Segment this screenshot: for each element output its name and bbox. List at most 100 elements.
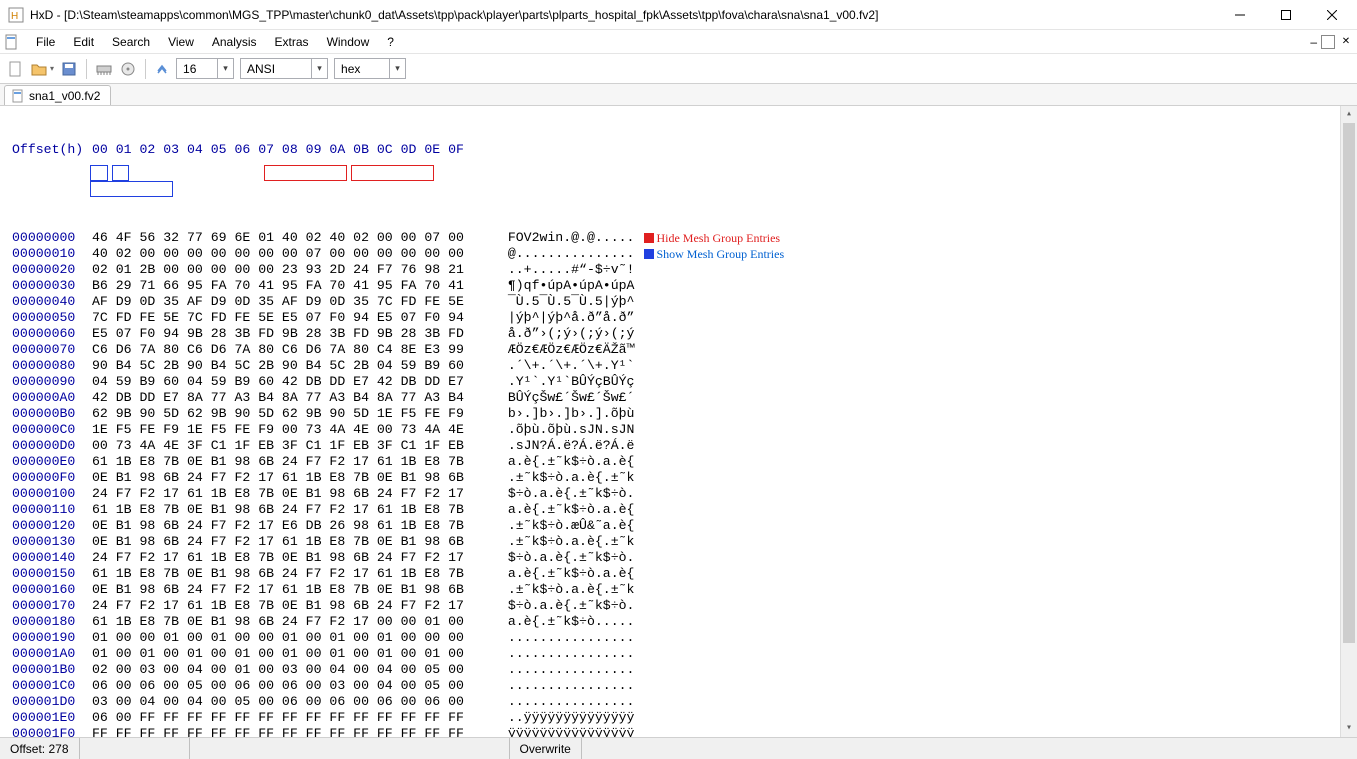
hex-bytes[interactable]: 0E B1 98 6B 24 F7 F2 17 61 1B E8 7B 0E B…	[92, 470, 492, 486]
scroll-thumb[interactable]	[1343, 123, 1355, 643]
open-file-icon[interactable]	[30, 60, 48, 78]
hex-row[interactable]: 0000010024 F7 F2 17 61 1B E8 7B 0E B1 98…	[12, 486, 1357, 502]
hex-row[interactable]: 0000001040 02 00 00 00 00 00 00 00 07 00…	[12, 246, 1357, 262]
vertical-scrollbar[interactable]: ▴ ▾	[1340, 106, 1357, 737]
menu-window[interactable]: Window	[319, 33, 378, 51]
close-button[interactable]	[1309, 0, 1355, 30]
mdi-restore-icon[interactable]	[1321, 35, 1335, 49]
hex-row[interactable]: 0000000046 4F 56 32 77 69 6E 01 40 02 40…	[12, 230, 1357, 246]
hex-row[interactable]: 000000F00E B1 98 6B 24 F7 F2 17 61 1B E8…	[12, 470, 1357, 486]
dropdown-icon[interactable]: ▾	[217, 59, 233, 78]
dropdown-arrow-icon[interactable]: ▾	[50, 64, 54, 73]
ascii-cell[interactable]: å.ð”›(;ý›(;ý›(;ý	[492, 326, 634, 342]
hex-row[interactable]: 0000009004 59 B9 60 04 59 B9 60 42 DB DD…	[12, 374, 1357, 390]
hex-row[interactable]: 000000507C FD FE 5E 7C FD FE 5E E5 07 F0…	[12, 310, 1357, 326]
hex-row[interactable]: 000001D003 00 04 00 04 00 05 00 06 00 06…	[12, 694, 1357, 710]
hex-bytes[interactable]: AF D9 0D 35 AF D9 0D 35 AF D9 0D 35 7C F…	[92, 294, 492, 310]
hex-row[interactable]: 0000018061 1B E8 7B 0E B1 98 6B 24 F7 F2…	[12, 614, 1357, 630]
hex-row[interactable]: 000001B002 00 03 00 04 00 01 00 03 00 04…	[12, 662, 1357, 678]
hex-bytes[interactable]: 0E B1 98 6B 24 F7 F2 17 E6 DB 26 98 61 1…	[92, 518, 492, 534]
hex-row[interactable]: 0000011061 1B E8 7B 0E B1 98 6B 24 F7 F2…	[12, 502, 1357, 518]
bytes-per-row-combo[interactable]: 16 ▾	[176, 58, 234, 79]
mdi-close-icon[interactable]: ✕	[1339, 35, 1353, 49]
menu-file[interactable]: File	[28, 33, 63, 51]
hex-bytes[interactable]: 06 00 06 00 05 00 06 00 06 00 03 00 04 0…	[92, 678, 492, 694]
hex-bytes[interactable]: 24 F7 F2 17 61 1B E8 7B 0E B1 98 6B 24 F…	[92, 550, 492, 566]
hex-bytes[interactable]: 03 00 04 00 04 00 05 00 06 00 06 00 06 0…	[92, 694, 492, 710]
hex-bytes[interactable]: 61 1B E8 7B 0E B1 98 6B 24 F7 F2 17 61 1…	[92, 502, 492, 518]
hex-bytes[interactable]: 00 73 4A 4E 3F C1 1F EB 3F C1 1F EB 3F C…	[92, 438, 492, 454]
hex-bytes[interactable]: 0E B1 98 6B 24 F7 F2 17 61 1B E8 7B 0E B…	[92, 582, 492, 598]
ascii-cell[interactable]: .±˜k$÷ò.a.è{.±˜k	[492, 582, 634, 598]
minimize-button[interactable]	[1217, 0, 1263, 30]
hex-row[interactable]: 000000E061 1B E8 7B 0E B1 98 6B 24 F7 F2…	[12, 454, 1357, 470]
menu-analysis[interactable]: Analysis	[204, 33, 265, 51]
hex-bytes[interactable]: 61 1B E8 7B 0E B1 98 6B 24 F7 F2 17 61 1…	[92, 566, 492, 582]
dropdown-icon[interactable]: ▾	[311, 59, 327, 78]
ascii-cell[interactable]: ................	[492, 630, 634, 646]
ascii-cell[interactable]: b›.]b›.]b›.].õþù	[492, 406, 634, 422]
hex-row[interactable]: 000001600E B1 98 6B 24 F7 F2 17 61 1B E8…	[12, 582, 1357, 598]
ram-icon[interactable]	[95, 60, 113, 78]
file-tab[interactable]: sna1_v00.fv2	[4, 85, 111, 105]
ascii-cell[interactable]: BÛÝçŠw£´Šw£´Šw£´	[492, 390, 634, 406]
menu-extras[interactable]: Extras	[267, 33, 317, 51]
numberbase-combo[interactable]: hex ▾	[334, 58, 406, 79]
hex-bytes[interactable]: E5 07 F0 94 9B 28 3B FD 9B 28 3B FD 9B 2…	[92, 326, 492, 342]
ascii-cell[interactable]: a.è{.±˜k$÷ò.a.è{	[492, 502, 634, 518]
hex-row[interactable]: 000001C006 00 06 00 05 00 06 00 06 00 03…	[12, 678, 1357, 694]
hex-row[interactable]: 00000030B6 29 71 66 95 FA 70 41 95 FA 70…	[12, 278, 1357, 294]
scroll-up-icon[interactable]: ▴	[1341, 106, 1357, 123]
ascii-cell[interactable]: .±˜k$÷ò.æÛ&˜a.è{	[492, 518, 634, 534]
hex-row[interactable]: 00000060E5 07 F0 94 9B 28 3B FD 9B 28 3B…	[12, 326, 1357, 342]
ascii-cell[interactable]: @...............	[492, 246, 634, 262]
hex-bytes[interactable]: 01 00 01 00 01 00 01 00 01 00 01 00 01 0…	[92, 646, 492, 662]
new-file-icon[interactable]	[6, 60, 24, 78]
scroll-down-icon[interactable]: ▾	[1341, 720, 1357, 737]
ascii-cell[interactable]: ................	[492, 694, 634, 710]
hex-row[interactable]: 0000002002 01 2B 00 00 00 00 00 23 93 2D…	[12, 262, 1357, 278]
hex-bytes[interactable]: 24 F7 F2 17 61 1B E8 7B 0E B1 98 6B 24 F…	[92, 598, 492, 614]
hex-row[interactable]: 000000B062 9B 90 5D 62 9B 90 5D 62 9B 90…	[12, 406, 1357, 422]
hex-bytes[interactable]: 61 1B E8 7B 0E B1 98 6B 24 F7 F2 17 61 1…	[92, 454, 492, 470]
hex-bytes[interactable]: 24 F7 F2 17 61 1B E8 7B 0E B1 98 6B 24 F…	[92, 486, 492, 502]
hex-bytes[interactable]: 06 00 FF FF FF FF FF FF FF FF FF FF FF F…	[92, 710, 492, 726]
mdi-minimize-icon[interactable]: –	[1310, 35, 1317, 49]
hex-bytes[interactable]: C6 D6 7A 80 C6 D6 7A 80 C6 D6 7A 80 C4 8…	[92, 342, 492, 358]
hex-row[interactable]: 000001A001 00 01 00 01 00 01 00 01 00 01…	[12, 646, 1357, 662]
hex-bytes[interactable]: 01 00 00 01 00 01 00 00 01 00 01 00 01 0…	[92, 630, 492, 646]
ascii-cell[interactable]: ................	[492, 662, 634, 678]
hex-bytes[interactable]: 1E F5 FE F9 1E F5 FE F9 00 73 4A 4E 00 7…	[92, 422, 492, 438]
hex-row[interactable]: 000001E006 00 FF FF FF FF FF FF FF FF FF…	[12, 710, 1357, 726]
hex-row[interactable]: 000000C01E F5 FE F9 1E F5 FE F9 00 73 4A…	[12, 422, 1357, 438]
hex-bytes[interactable]: 42 DB DD E7 8A 77 A3 B4 8A 77 A3 B4 8A 7…	[92, 390, 492, 406]
charset-combo[interactable]: ANSI ▾	[240, 58, 328, 79]
hex-bytes[interactable]: FF FF FF FF FF FF FF FF FF FF FF FF FF F…	[92, 726, 492, 737]
hex-row[interactable]: 0000015061 1B E8 7B 0E B1 98 6B 24 F7 F2…	[12, 566, 1357, 582]
dropdown-icon[interactable]: ▾	[389, 59, 405, 78]
hex-bytes[interactable]: 04 59 B9 60 04 59 B9 60 42 DB DD E7 42 D…	[92, 374, 492, 390]
hex-row[interactable]: 000001300E B1 98 6B 24 F7 F2 17 61 1B E8…	[12, 534, 1357, 550]
ascii-cell[interactable]: ..ÿÿÿÿÿÿÿÿÿÿÿÿÿÿ	[492, 710, 634, 726]
hex-row[interactable]: 0000019001 00 00 01 00 01 00 00 01 00 01…	[12, 630, 1357, 646]
disk-icon[interactable]	[119, 60, 137, 78]
hex-row[interactable]: 00000040AF D9 0D 35 AF D9 0D 35 AF D9 0D…	[12, 294, 1357, 310]
hex-row[interactable]: 000000D000 73 4A 4E 3F C1 1F EB 3F C1 1F…	[12, 438, 1357, 454]
ascii-cell[interactable]: ................	[492, 678, 634, 694]
hex-bytes[interactable]: 0E B1 98 6B 24 F7 F2 17 61 1B E8 7B 0E B…	[92, 534, 492, 550]
hex-bytes[interactable]: 02 00 03 00 04 00 01 00 03 00 04 00 04 0…	[92, 662, 492, 678]
ascii-cell[interactable]: ................	[492, 646, 634, 662]
ascii-cell[interactable]: ÆÖz€ÆÖz€ÆÖz€ÄŽã™	[492, 342, 634, 358]
spinner-arrows[interactable]	[154, 61, 170, 77]
ascii-cell[interactable]: .sJN?Á.ë?Á.ë?Á.ë	[492, 438, 634, 454]
hex-bytes[interactable]: 61 1B E8 7B 0E B1 98 6B 24 F7 F2 17 00 0…	[92, 614, 492, 630]
ascii-cell[interactable]: a.è{.±˜k$÷ò.a.è{	[492, 454, 634, 470]
save-icon[interactable]	[60, 60, 78, 78]
hex-row[interactable]: 000001200E B1 98 6B 24 F7 F2 17 E6 DB 26…	[12, 518, 1357, 534]
menu-edit[interactable]: Edit	[65, 33, 102, 51]
hex-row[interactable]: 0000008090 B4 5C 2B 90 B4 5C 2B 90 B4 5C…	[12, 358, 1357, 374]
menu-search[interactable]: Search	[104, 33, 158, 51]
hex-bytes[interactable]: 7C FD FE 5E 7C FD FE 5E E5 07 F0 94 E5 0…	[92, 310, 492, 326]
hex-bytes[interactable]: B6 29 71 66 95 FA 70 41 95 FA 70 41 95 F…	[92, 278, 492, 294]
hex-bytes[interactable]: 62 9B 90 5D 62 9B 90 5D 62 9B 90 5D 1E F…	[92, 406, 492, 422]
